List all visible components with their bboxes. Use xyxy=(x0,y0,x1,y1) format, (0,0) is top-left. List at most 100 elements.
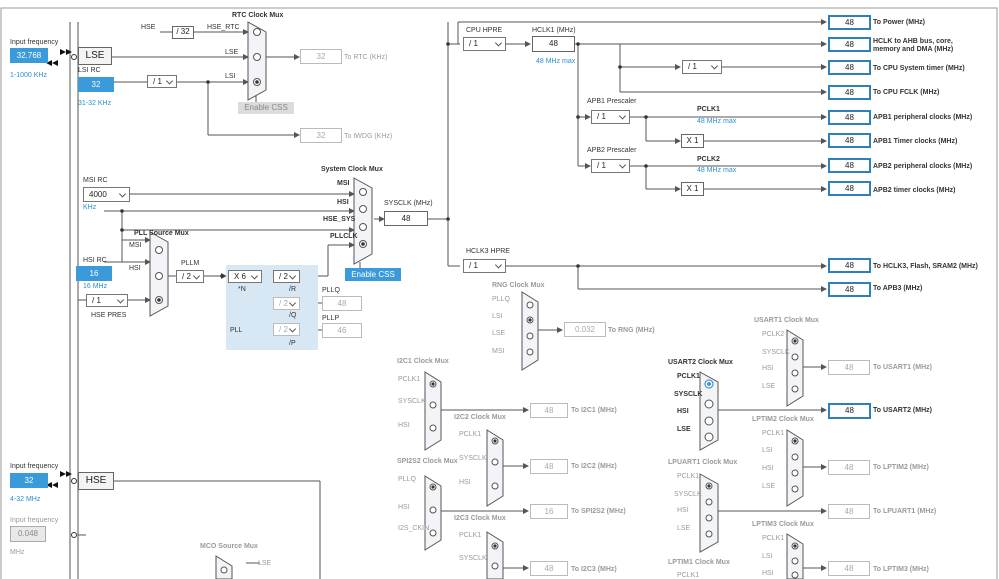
hclk1-value[interactable]: 48 xyxy=(532,36,575,52)
chevron-down-icon xyxy=(116,295,125,304)
hse-oscillator: HSE xyxy=(78,472,114,490)
lptim3-output-label: To LPTIM3 (MHz) xyxy=(873,566,929,573)
lptim2-in-lse: LSE xyxy=(762,483,776,490)
i2c3-output-label: To I2C3 (MHz) xyxy=(571,566,617,573)
pllq-div-label: /Q xyxy=(289,312,297,319)
lpuart1-output-label: To LPUART1 (MHz) xyxy=(873,508,937,515)
pclk2-label: PCLK2 xyxy=(697,156,720,163)
apb2-periph-label: APB2 peripheral clocks (MHz) xyxy=(873,163,973,170)
lse-input-frequency[interactable]: 32.768 xyxy=(10,48,48,63)
sys-mux-in-pllclk: PLLCLK xyxy=(330,233,358,240)
hse-pres-select[interactable]: / 1 xyxy=(86,294,128,307)
hse-div32[interactable]: / 32 xyxy=(172,26,194,39)
lptim2-in-lsi: LSI xyxy=(762,447,773,454)
ext-input-frequency[interactable]: 0.048 xyxy=(10,526,46,542)
chevron-down-icon xyxy=(618,161,627,169)
msi-title: MSI RC xyxy=(83,177,108,184)
pclk1-max: 48 MHz max xyxy=(697,118,737,125)
sysclk-label: SYSCLK (MHz) xyxy=(384,200,433,207)
chevron-down-icon xyxy=(288,271,297,280)
chevron-down-icon xyxy=(165,76,174,85)
pllr-select[interactable]: / 2 xyxy=(273,270,300,283)
lsi-range: 31-32 KHz xyxy=(78,100,112,107)
apb2-timer-label: APB2 timer clocks (MHz) xyxy=(873,187,956,194)
ext-unit: MHz xyxy=(10,549,25,556)
lptim3-in-hsi: HSI xyxy=(762,570,774,577)
pll-source-mux-title: PLL Source Mux xyxy=(134,230,189,237)
hclk3-output-label: To HCLK3, Flash, SRAM2 (MHz) xyxy=(873,263,978,270)
pllq-value: 48 xyxy=(322,296,362,311)
hclk1-label: HCLK1 (MHz) xyxy=(532,27,576,34)
chevron-down-icon xyxy=(288,324,297,333)
pll-mux-in-msi: MSI xyxy=(129,242,142,249)
apb2-prescaler-value: / 1 xyxy=(597,161,606,170)
hclk3-hpre-label: HCLK3 HPRE xyxy=(466,248,510,255)
apb3-output-label: To APB3 (MHz) xyxy=(873,285,923,292)
spi2s2-in-pllq: PLLQ xyxy=(398,476,416,483)
apb2-prescaler-select[interactable]: / 1 xyxy=(591,159,630,173)
apb3-value: 48 xyxy=(828,282,871,297)
pllp-select[interactable]: / 2 xyxy=(273,323,300,336)
rng-value: 0.032 xyxy=(564,322,606,337)
lptim2-in-pclk: PCLK1 xyxy=(762,430,785,437)
apb1-timer-multiplier: X 1 xyxy=(681,134,704,148)
i2c2-in-hsi: HSI xyxy=(459,479,471,486)
pllm-select[interactable]: / 2 xyxy=(176,270,204,283)
rng-mux-title: RNG Clock Mux xyxy=(492,282,545,289)
sys-enable-css-button[interactable]: Enable CSS xyxy=(345,268,401,281)
pllr-value: / 2 xyxy=(279,272,288,281)
i2c3-value: 48 xyxy=(530,561,568,576)
usart2-in-sysclk: SYSCLK xyxy=(674,391,703,398)
pllp-label: PLLP xyxy=(322,315,340,322)
pclk1-label: PCLK1 xyxy=(697,106,720,113)
lsi-title: LSI RC xyxy=(78,67,101,74)
lptim1-mux-title: LPTIM1 Clock Mux xyxy=(668,559,730,566)
apb1-prescaler-value: / 1 xyxy=(597,112,606,121)
usart1-in-lse: LSE xyxy=(762,383,776,390)
i2c1-mux-title: I2C1 Clock Mux xyxy=(397,358,449,365)
msi-unit: KHz xyxy=(83,204,97,211)
plln-value: X 6 xyxy=(234,272,247,281)
fclk-value: 48 xyxy=(828,85,871,100)
rtc-enable-css-button[interactable]: Enable CSS xyxy=(238,102,294,114)
usart2-in-pclk: PCLK1 xyxy=(677,373,700,380)
i2c3-in-sysclk: SYSCLK xyxy=(459,555,487,562)
pllm-label: PLLM xyxy=(181,260,200,267)
lse-oscillator: LSE xyxy=(78,47,112,65)
clock-tree-canvas: RTC Clock Mux HSE / 32 HSE_RTC LSE LSI 3… xyxy=(0,0,999,579)
systimer-div-value: / 1 xyxy=(688,62,697,71)
hclk3-hpre-select[interactable]: / 1 xyxy=(463,259,506,273)
msi-frequency-select[interactable]: 4000 xyxy=(83,187,130,202)
rtc-mux-title: RTC Clock Mux xyxy=(232,12,284,19)
i2c2-value: 48 xyxy=(530,459,568,474)
rtc-value: 32 xyxy=(300,49,342,64)
ahb-value: 48 xyxy=(828,37,871,52)
pllq-select[interactable]: / 2 xyxy=(273,297,300,310)
pclk2-max: 48 MHz max xyxy=(697,167,737,174)
rtc-in-lse: LSE xyxy=(225,49,239,56)
usart2-in-lse: LSE xyxy=(677,426,691,433)
lptim3-in-pclk: PCLK1 xyxy=(762,535,785,542)
apb1-prescaler-select[interactable]: / 1 xyxy=(591,110,630,124)
pllp-div-label: /P xyxy=(289,340,296,347)
rtc-in-lsi: LSI xyxy=(225,73,236,80)
lptim2-value: 48 xyxy=(828,460,870,475)
systimer-div-select[interactable]: / 1 xyxy=(682,60,722,74)
systimer-value: 48 xyxy=(828,60,871,75)
ahb-output-label-2: memory and DMA (MHz) xyxy=(873,46,954,53)
lptim3-mux-title: LPTIM3 Clock Mux xyxy=(752,521,814,528)
lptim2-mux-title: LPTIM2 Clock Mux xyxy=(752,416,814,423)
hsi-value: 16 xyxy=(76,266,112,281)
lsi-divider-select[interactable]: / 1 xyxy=(147,75,177,88)
lpuart1-in-sysclk: SYSCLK xyxy=(674,491,702,498)
hse-input-frequency[interactable]: 32 xyxy=(10,473,48,488)
hse-input-label: Input frequency xyxy=(10,463,59,470)
pllr-label: /R xyxy=(289,286,296,293)
usart1-mux-title: USART1 Clock Mux xyxy=(754,317,819,324)
plln-select[interactable]: X 6 xyxy=(228,270,262,283)
usart1-value: 48 xyxy=(828,360,870,375)
hse-range: 4-32 MHz xyxy=(10,496,41,503)
cpu-hpre-select[interactable]: / 1 xyxy=(463,37,506,51)
rng-output-label: To RNG (MHz) xyxy=(608,327,655,334)
i2c2-in-pclk: PCLK1 xyxy=(459,431,482,438)
